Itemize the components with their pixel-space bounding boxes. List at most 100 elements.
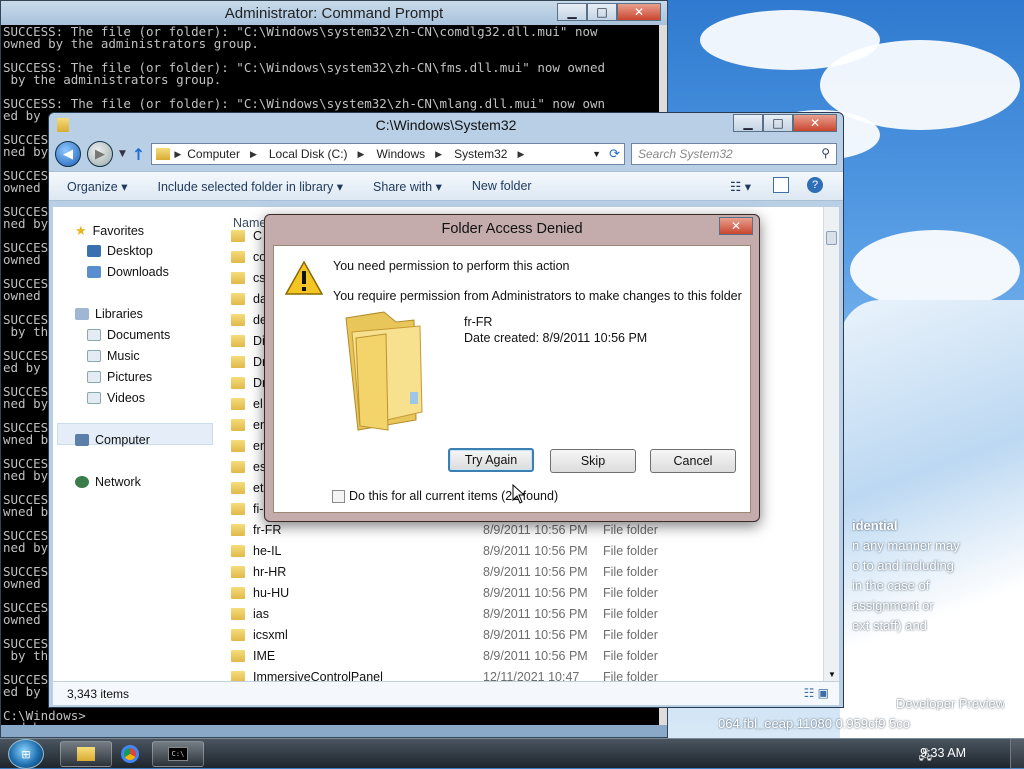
file-name: fi- — [253, 501, 264, 516]
search-input[interactable]: Search System32 ⚲ — [631, 143, 837, 165]
file-row[interactable]: IME 8/9/2011 10:56 PM File folder — [231, 645, 831, 666]
dialog-titlebar[interactable]: Folder Access Denied ✕ — [265, 215, 759, 243]
taskbar-cmd[interactable]: C:\ — [152, 741, 204, 767]
folder-icon — [231, 670, 245, 681]
file-date: 8/9/2011 10:56 PM — [483, 648, 588, 663]
file-name: he-IL — [253, 543, 282, 558]
nav-downloads[interactable]: Downloads — [87, 265, 169, 279]
videos-icon — [87, 392, 101, 404]
start-button[interactable]: ⊞ — [8, 739, 44, 769]
vertical-scrollbar[interactable]: ▼ — [823, 207, 839, 681]
nav-desktop[interactable]: Desktop — [87, 244, 153, 258]
folder-icon — [231, 481, 245, 494]
view-toggle-icon[interactable]: ☷ ▣ — [804, 686, 829, 700]
try-again-button[interactable]: Try Again — [448, 448, 534, 472]
apply-to-all-checkbox[interactable] — [332, 489, 345, 503]
folder-icon — [231, 250, 245, 263]
folder-access-denied-dialog[interactable]: Folder Access Denied ✕ You need permissi… — [264, 214, 760, 522]
cancel-button[interactable]: Cancel — [650, 449, 736, 473]
file-row[interactable]: hu-HU 8/9/2011 10:56 PM File folder — [231, 582, 831, 603]
close-button[interactable]: ✕ — [617, 3, 661, 21]
maximize-button[interactable]: □ — [763, 114, 793, 132]
windows-logo-icon: ⊞ — [21, 747, 31, 761]
scroll-down-icon[interactable]: ▼ — [828, 670, 836, 679]
file-date: 8/9/2011 10:56 PM — [483, 606, 588, 621]
folder-icon — [231, 292, 245, 305]
file-date: 8/9/2011 10:56 PM — [483, 627, 588, 642]
file-name: et — [253, 480, 264, 495]
file-name: ias — [253, 606, 269, 621]
cmd-title: Administrator: Command Prompt — [224, 4, 444, 22]
organize-menu[interactable]: Organize ▾ — [67, 179, 127, 194]
explorer-title: C:\Windows\System32 — [375, 117, 517, 133]
help-icon[interactable]: ? — [807, 177, 823, 193]
minimize-button[interactable]: ▁ — [557, 3, 587, 21]
new-folder-button[interactable]: New folder — [472, 179, 532, 193]
include-in-library-menu[interactable]: Include selected folder in library ▾ — [157, 179, 343, 194]
folder-icon — [231, 460, 245, 473]
nav-videos[interactable]: Videos — [87, 391, 145, 405]
scrollbar-thumb[interactable] — [826, 231, 837, 245]
command-bar: Organize ▾ Include selected folder in li… — [49, 171, 843, 201]
file-row[interactable]: ImmersiveControlPanel 12/11/2021 10:47 Fil… — [231, 666, 831, 681]
file-date: 8/9/2011 10:56 PM — [483, 564, 588, 579]
folder-icon — [77, 747, 95, 761]
refresh-icon[interactable]: ⟳ — [609, 146, 620, 162]
cmd-titlebar[interactable]: Administrator: Command Prompt ▁ □ ✕ — [1, 1, 667, 25]
nav-computer[interactable]: Computer — [75, 433, 150, 447]
share-with-menu[interactable]: Share with ▾ — [373, 179, 442, 194]
file-name: hr-HR — [253, 564, 287, 579]
show-desktop-button[interactable] — [1010, 739, 1024, 769]
file-type: File folder — [603, 669, 658, 682]
file-row[interactable]: hr-HR 8/9/2011 10:56 PM File folder — [231, 561, 831, 582]
nav-pictures[interactable]: Pictures — [87, 370, 152, 384]
taskbar-chrome[interactable] — [104, 741, 156, 767]
taskbar: ⊞ C:\ 🖧 9:33 AM — [0, 738, 1024, 769]
maximize-button[interactable]: □ — [587, 3, 617, 21]
close-button[interactable]: ✕ — [719, 217, 753, 235]
skip-button[interactable]: Skip — [550, 449, 636, 473]
warning-icon — [284, 260, 324, 295]
forward-button[interactable]: ▶ — [87, 141, 113, 167]
breadcrumb-computer[interactable]: Computer ▶ — [181, 147, 263, 161]
file-row[interactable]: fr-FR 8/9/2011 10:56 PM File folder — [231, 519, 831, 540]
address-bar[interactable]: ▶ Computer ▶ Local Disk (C:) ▶ Windows ▶ Sy… — [151, 143, 625, 165]
item-count: 3,343 items — [67, 686, 130, 701]
nav-libraries[interactable]: Libraries — [75, 307, 143, 321]
music-icon — [87, 350, 101, 362]
folder-icon — [231, 439, 245, 452]
recent-pages-chevron-icon[interactable]: ▼ — [119, 149, 126, 159]
explorer-titlebar[interactable]: C:\Windows\System32 ▁ □ ✕ — [49, 113, 843, 137]
navigation-pane: ★ Favorites Desktop Downloads Libraries D… — [53, 207, 215, 681]
breadcrumb-system32[interactable]: System32 ▶ — [448, 147, 530, 161]
nav-favorites[interactable]: ★ Favorites — [75, 223, 144, 239]
cmd-prompt[interactable]: C:\Windows> — [1, 708, 301, 723]
preview-pane-icon[interactable] — [773, 177, 789, 193]
folder-icon — [231, 397, 245, 410]
cmd-line: SUCCESS: The file (or folder): "C:\Windo… — [3, 96, 606, 111]
nav-music[interactable]: Music — [87, 349, 140, 363]
folder-icon — [231, 586, 245, 599]
clock[interactable]: 9:33 AM — [920, 746, 966, 760]
file-row[interactable]: ias 8/9/2011 10:56 PM File folder — [231, 603, 831, 624]
file-row[interactable]: he-IL 8/9/2011 10:56 PM File folder — [231, 540, 831, 561]
libraries-icon — [75, 308, 89, 320]
mouse-cursor-icon — [512, 484, 524, 504]
nav-network[interactable]: Network — [75, 475, 141, 489]
nav-documents[interactable]: Documents — [87, 328, 170, 342]
back-button[interactable]: ◀ — [55, 141, 81, 167]
cloud — [850, 230, 1020, 310]
close-button[interactable]: ✕ — [793, 114, 837, 132]
up-arrow-icon[interactable]: ↑ — [132, 145, 145, 164]
breadcrumb-windows[interactable]: Windows ▶ — [370, 147, 448, 161]
file-row[interactable]: icsxml 8/9/2011 10:56 PM File folder — [231, 624, 831, 645]
folder-name: fr-FR — [464, 315, 493, 329]
breadcrumb-local-disk[interactable]: Local Disk (C:) ▶ — [263, 147, 371, 161]
star-icon: ★ — [75, 223, 87, 238]
file-name: hu-HU — [253, 585, 290, 600]
cmd-line: by the administrators group. — [3, 72, 222, 87]
address-dropdown-icon[interactable]: ▼ — [592, 149, 601, 159]
view-options-icon[interactable]: ☷ ▾ — [730, 179, 751, 194]
apply-to-all-option[interactable]: Do this for all current items (21 found) — [332, 489, 558, 503]
minimize-button[interactable]: ▁ — [733, 114, 763, 132]
